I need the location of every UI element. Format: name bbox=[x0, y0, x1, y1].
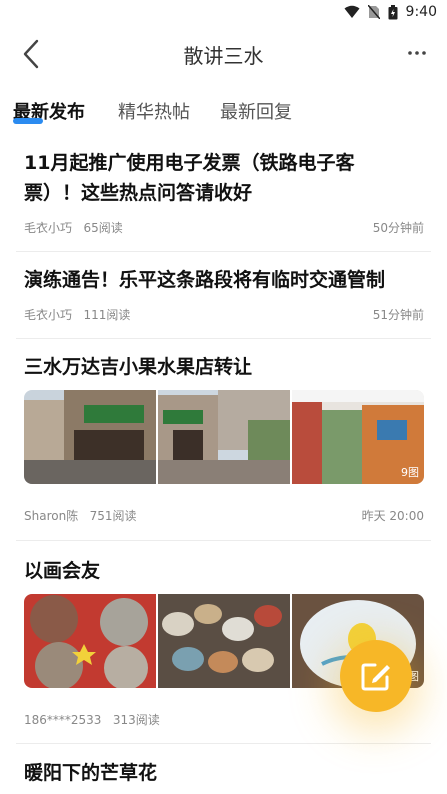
post-author: 186****2533 bbox=[24, 713, 102, 727]
post-image[interactable] bbox=[158, 594, 290, 688]
battery-icon bbox=[388, 4, 398, 19]
post-meta: 186****2533 313阅读 bbox=[24, 711, 160, 728]
post-reads: 313阅读 bbox=[112, 713, 160, 727]
post-author: 毛衣小巧 bbox=[24, 308, 73, 322]
more-icon bbox=[408, 51, 426, 55]
page-title: 散讲三水 bbox=[183, 44, 264, 68]
post-title: 以画会友 bbox=[24, 560, 101, 582]
post-time: 51分钟前 bbox=[372, 308, 424, 322]
post-reads: 751阅读 bbox=[89, 509, 137, 523]
post-meta: 毛衣小巧 111阅读 bbox=[24, 306, 130, 323]
post-author: Sharon陈 bbox=[24, 509, 79, 523]
status-time: 9:40 bbox=[405, 4, 437, 20]
tab-featured[interactable]: 精华热帖 bbox=[118, 98, 190, 124]
post-item[interactable]: 演练通告！乐平这条路段将有临时交通管制 毛衣小巧 111阅读 51分钟前 bbox=[24, 265, 424, 325]
wifi-icon bbox=[344, 5, 360, 18]
post-title: 三水万达吉小果水果店转让 bbox=[24, 356, 253, 378]
post-image[interactable] bbox=[24, 390, 156, 484]
divider bbox=[16, 251, 431, 252]
post-item[interactable]: 三水万达吉小果水果店转让 9图 Sharon陈 751阅读 昨天 20:00 bbox=[24, 352, 424, 527]
more-button[interactable] bbox=[403, 40, 431, 66]
no-sim-icon bbox=[367, 5, 380, 19]
image-count: 9图 bbox=[401, 466, 419, 479]
post-meta: 毛衣小巧 65阅读 bbox=[24, 219, 123, 236]
post-image[interactable]: 9图 bbox=[292, 390, 424, 484]
tab-bar: 最新发布 精华热帖 最新回复 bbox=[0, 90, 447, 130]
post-image-row: 9图 bbox=[24, 390, 424, 484]
post-title: 11月起推广使用电子发票（铁路电子客 票）！这些热点问答请收好 bbox=[24, 148, 424, 208]
post-meta: Sharon陈 751阅读 bbox=[24, 507, 137, 524]
divider bbox=[16, 338, 431, 339]
post-image[interactable] bbox=[24, 594, 156, 688]
post-item[interactable]: 11月起推广使用电子发票（铁路电子客 票）！这些热点问答请收好 毛衣小巧 65阅… bbox=[24, 148, 424, 240]
post-image[interactable] bbox=[158, 390, 290, 484]
post-reads: 111阅读 bbox=[83, 308, 131, 322]
post-title-line: 票）！这些热点问答请收好 bbox=[24, 182, 253, 204]
top-bar: 散讲三水 bbox=[0, 26, 447, 82]
divider bbox=[16, 743, 431, 744]
post-title-line: 11月起推广使用电子发票（铁路电子客 bbox=[24, 152, 355, 174]
compose-button[interactable] bbox=[340, 640, 412, 712]
active-tab-indicator bbox=[13, 118, 43, 124]
post-title: 暖阳下的芒草花 bbox=[24, 762, 158, 784]
status-bar: 9:40 bbox=[0, 0, 447, 26]
tab-latest-replies[interactable]: 最新回复 bbox=[220, 98, 292, 124]
divider bbox=[16, 540, 431, 541]
post-title: 演练通告！乐平这条路段将有临时交通管制 bbox=[24, 269, 386, 291]
post-reads: 65阅读 bbox=[83, 221, 123, 235]
status-icons: 9:40 bbox=[344, 4, 437, 20]
post-time: 昨天 20:00 bbox=[361, 509, 424, 523]
edit-icon bbox=[361, 663, 390, 691]
post-item[interactable]: 暖阳下的芒草花 bbox=[24, 758, 424, 794]
post-time: 50分钟前 bbox=[372, 221, 424, 235]
post-author: 毛衣小巧 bbox=[24, 221, 73, 235]
